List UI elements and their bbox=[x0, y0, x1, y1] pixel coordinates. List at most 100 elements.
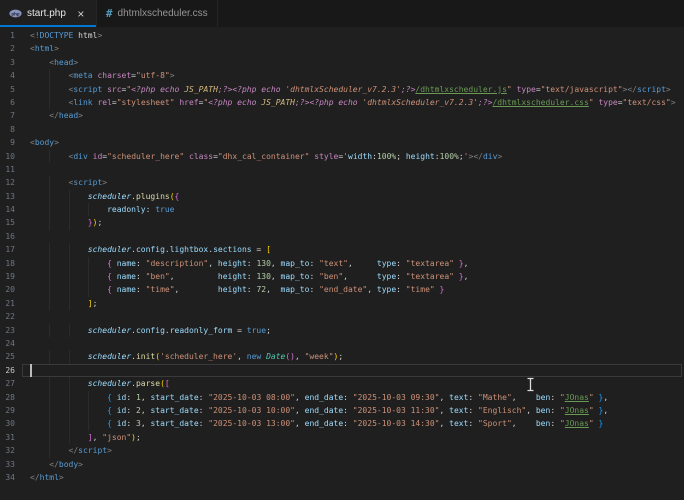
line-number: 25 bbox=[0, 350, 20, 363]
indent-space bbox=[30, 150, 49, 163]
indent-guide bbox=[49, 257, 68, 270]
indent-guide bbox=[69, 417, 88, 430]
tab-label: dhtmlxscheduler.css bbox=[118, 8, 208, 19]
code-line-24[interactable] bbox=[30, 337, 684, 350]
line-number: 33 bbox=[0, 458, 20, 471]
line-number: 13 bbox=[0, 190, 20, 203]
indent-guide bbox=[49, 377, 68, 390]
code-line-14[interactable]: readonly: true bbox=[30, 203, 684, 216]
line-number: 8 bbox=[0, 123, 20, 136]
code-line-3[interactable]: <head> bbox=[30, 56, 684, 69]
indent-guide bbox=[69, 391, 88, 404]
indent-guide bbox=[49, 190, 68, 203]
indent-space bbox=[30, 216, 49, 229]
indent-space bbox=[30, 176, 49, 189]
indent-guide bbox=[69, 404, 88, 417]
line-number: 19 bbox=[0, 270, 20, 283]
line-number: 12 bbox=[0, 176, 20, 189]
line-number: 26 bbox=[0, 364, 20, 377]
code-line-6[interactable]: <link rel="stylesheet" href="<?php echo … bbox=[30, 96, 684, 109]
code-line-12[interactable]: <script> bbox=[30, 176, 684, 189]
indent-guide bbox=[69, 324, 88, 337]
indent-space bbox=[30, 377, 49, 390]
code-line-33[interactable]: </body> bbox=[30, 458, 684, 471]
code-line-11[interactable] bbox=[30, 163, 684, 176]
indent-guide bbox=[69, 190, 88, 203]
code-line-15[interactable]: }); bbox=[30, 216, 684, 229]
code-line-22[interactable] bbox=[30, 310, 684, 323]
code-line-29[interactable]: { id: 2, start_date: "2025-10-03 10:00",… bbox=[30, 404, 684, 417]
indent-guide bbox=[49, 404, 68, 417]
indent-guide bbox=[69, 216, 88, 229]
indent-guide bbox=[49, 431, 68, 444]
indent-guide bbox=[49, 69, 68, 82]
code-line-9[interactable]: <body> bbox=[30, 136, 684, 149]
code-line-23[interactable]: scheduler.config.readonly_form = true; bbox=[30, 324, 684, 337]
line-number: 31 bbox=[0, 431, 20, 444]
code-line-20[interactable]: { name: "time", height: 72, map_to: "end… bbox=[30, 283, 684, 296]
code-line-27[interactable]: scheduler.parse([ bbox=[30, 377, 684, 390]
tab-start-php[interactable]: php start.php × bbox=[0, 0, 97, 27]
indent-guide bbox=[69, 297, 88, 310]
indent-space bbox=[30, 270, 49, 283]
line-number: 11 bbox=[0, 163, 20, 176]
code-line-16[interactable] bbox=[30, 230, 684, 243]
indent-space bbox=[30, 109, 49, 122]
tab-dhtmlxscheduler-css[interactable]: # dhtmlxscheduler.css bbox=[97, 0, 218, 27]
code-line-31[interactable]: ], "json"); bbox=[30, 431, 684, 444]
indent-space bbox=[30, 417, 49, 430]
indent-space bbox=[30, 444, 49, 457]
code-line-7[interactable]: </head> bbox=[30, 109, 684, 122]
indent-space bbox=[30, 257, 49, 270]
editor[interactable]: 1234567891011121314151617181920212223242… bbox=[0, 27, 684, 500]
indent-guide bbox=[69, 283, 88, 296]
code-line-2[interactable]: <html> bbox=[30, 42, 684, 55]
code-line-19[interactable]: { name: "ben", height: 130, map_to: "ben… bbox=[30, 270, 684, 283]
indent-guide bbox=[49, 150, 68, 163]
indent-space bbox=[30, 203, 49, 216]
line-number: 10 bbox=[0, 150, 20, 163]
line-number: 15 bbox=[0, 216, 20, 229]
code-line-25[interactable]: scheduler.init('scheduler_here', new Dat… bbox=[30, 350, 684, 363]
indent-guide bbox=[69, 257, 88, 270]
close-tab-icon[interactable]: × bbox=[75, 8, 87, 20]
indent-guide bbox=[49, 417, 68, 430]
indent-guide bbox=[88, 404, 107, 417]
code-line-17[interactable]: scheduler.config.lightbox.sections = [ bbox=[30, 243, 684, 256]
vscode-window: php start.php × # dhtmlxscheduler.css 12… bbox=[0, 0, 684, 500]
indent-guide bbox=[88, 417, 107, 430]
indent-space bbox=[30, 56, 49, 69]
code-line-34[interactable]: </html> bbox=[30, 471, 684, 484]
indent-guide bbox=[88, 391, 107, 404]
code-line-28[interactable]: { id: 1, start_date: "2025-10-03 08:00",… bbox=[30, 391, 684, 404]
code-line-30[interactable]: { id: 3, start_date: "2025-10-03 13:00",… bbox=[30, 417, 684, 430]
gutter: 1234567891011121314151617181920212223242… bbox=[0, 29, 20, 500]
indent-guide bbox=[49, 83, 68, 96]
indent-space bbox=[30, 83, 49, 96]
indent-space bbox=[30, 283, 49, 296]
code-lines[interactable]: <!DOCTYPE html><html><head><meta charset… bbox=[30, 29, 684, 500]
code-line-26[interactable] bbox=[22, 364, 682, 377]
code-line-4[interactable]: <meta charset="utf-8"> bbox=[30, 69, 684, 82]
code-line-18[interactable]: { name: "description", height: 130, map_… bbox=[30, 257, 684, 270]
code-line-5[interactable]: <script src="<?php echo JS_PATH;?><?php … bbox=[30, 83, 684, 96]
code-line-8[interactable] bbox=[30, 123, 684, 136]
css-file-icon: # bbox=[106, 7, 113, 20]
line-number: 28 bbox=[0, 391, 20, 404]
indent-guide bbox=[69, 377, 88, 390]
code-line-32[interactable]: </script> bbox=[30, 444, 684, 457]
code-line-10[interactable]: <div id="scheduler_here" class="dhx_cal_… bbox=[30, 150, 684, 163]
line-number: 2 bbox=[0, 42, 20, 55]
code-line-1[interactable]: <!DOCTYPE html> bbox=[30, 29, 684, 42]
line-number: 23 bbox=[0, 324, 20, 337]
indent-space bbox=[30, 190, 49, 203]
line-number: 30 bbox=[0, 417, 20, 430]
line-number: 22 bbox=[0, 310, 20, 323]
code-line-21[interactable]: ]; bbox=[30, 297, 684, 310]
code-line-13[interactable]: scheduler.plugins({ bbox=[30, 190, 684, 203]
line-number: 17 bbox=[0, 243, 20, 256]
indent-guide bbox=[49, 176, 68, 189]
line-number: 29 bbox=[0, 404, 20, 417]
indent-guide bbox=[88, 257, 107, 270]
indent-space bbox=[30, 458, 49, 471]
